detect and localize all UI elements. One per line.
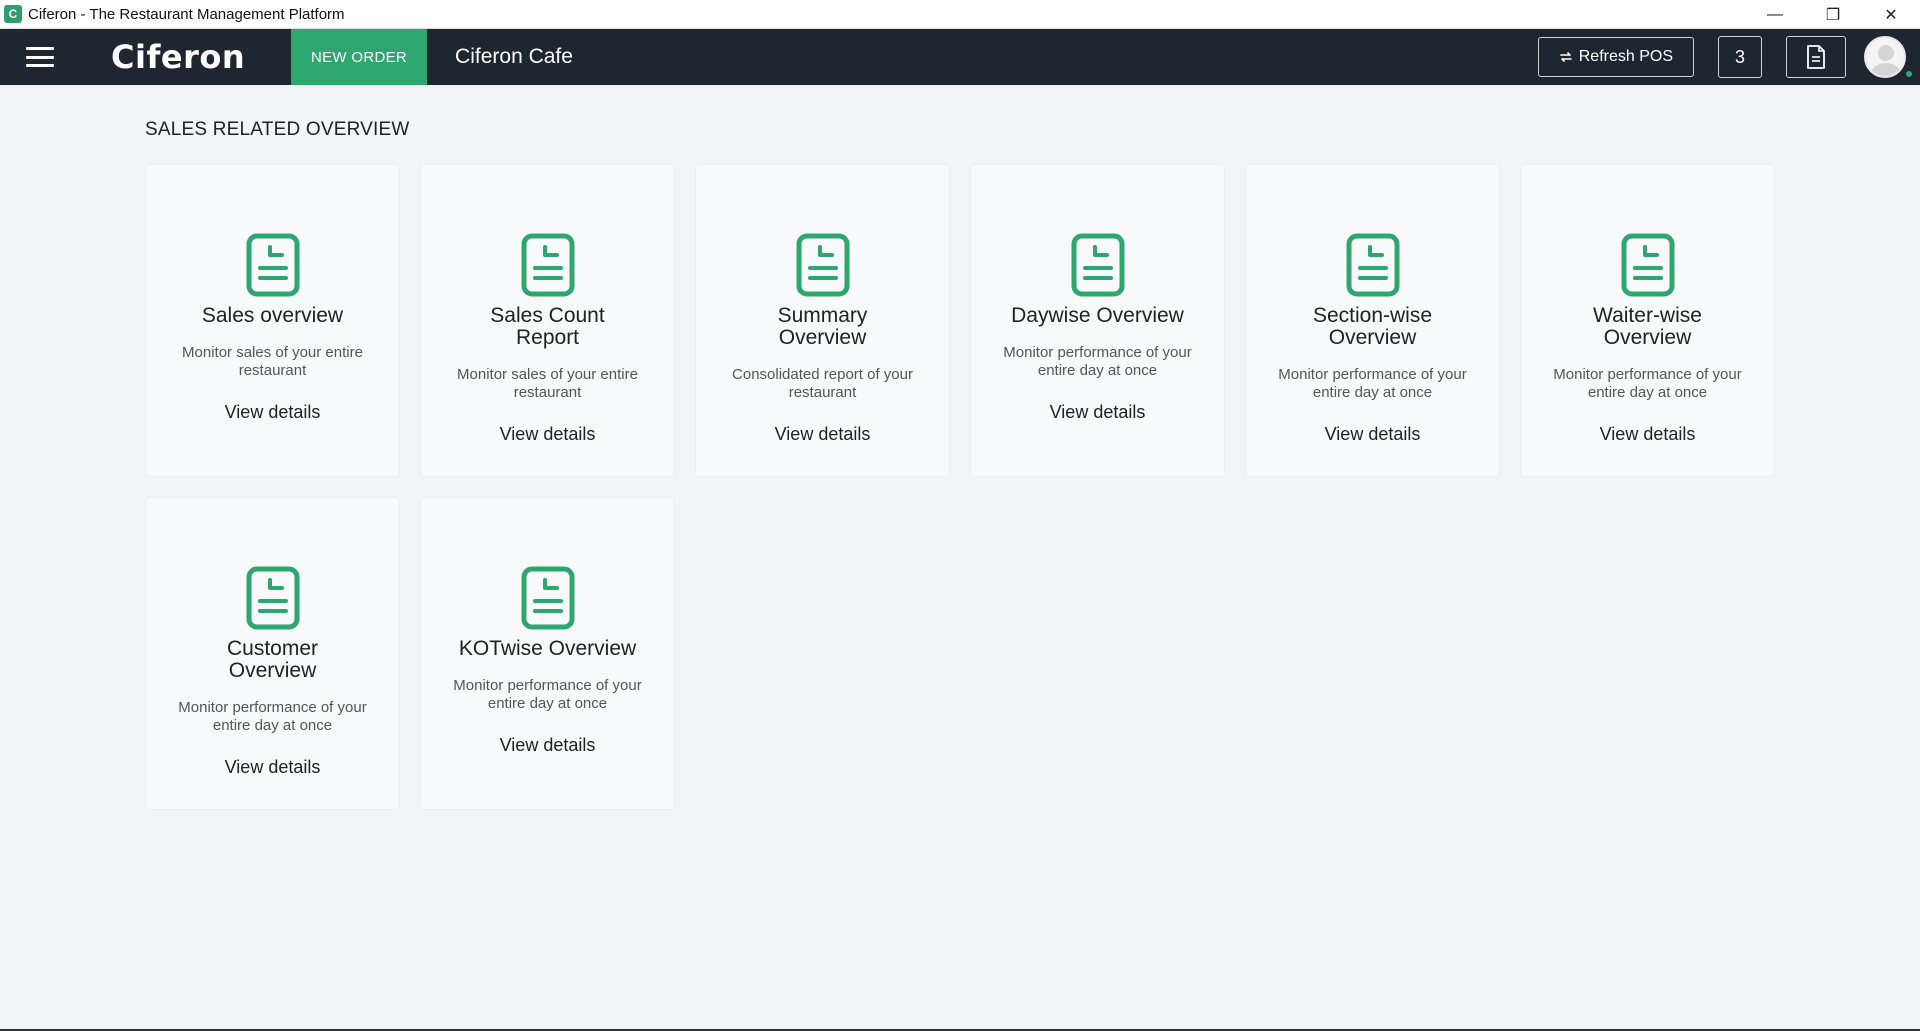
report-icon bbox=[1621, 233, 1674, 297]
report-card[interactable]: Sales Count Report Monitor sales of your… bbox=[420, 164, 675, 477]
top-navbar: Ciferon NEW ORDER Ciferon Cafe Refresh P… bbox=[0, 29, 1920, 85]
menu-icon[interactable] bbox=[26, 47, 54, 67]
card-description: Monitor performance of your entire day a… bbox=[1278, 366, 1467, 401]
view-details-link[interactable]: View details bbox=[775, 424, 871, 445]
card-description: Monitor sales of your entire restaurant bbox=[182, 344, 363, 379]
report-card[interactable]: Sales overview Monitor sales of your ent… bbox=[145, 164, 400, 477]
window-titlebar: C Ciferon - The Restaurant Management Pl… bbox=[0, 0, 1920, 29]
app-logo-icon: C bbox=[4, 5, 22, 23]
view-details-link[interactable]: View details bbox=[500, 735, 596, 756]
card-description: Consolidated report of your restaurant bbox=[732, 366, 913, 401]
document-icon bbox=[1807, 45, 1825, 69]
restore-icon[interactable]: ❐ bbox=[1804, 0, 1862, 29]
user-avatar[interactable] bbox=[1864, 36, 1906, 78]
document-button[interactable] bbox=[1786, 36, 1846, 78]
notification-count-button[interactable]: 3 bbox=[1718, 36, 1762, 78]
card-description: Monitor sales of your entire restaurant bbox=[457, 366, 638, 401]
main-content: SALES RELATED OVERVIEW Sales overview Mo… bbox=[0, 85, 1920, 810]
report-icon bbox=[521, 566, 574, 630]
brand-logo[interactable]: Ciferon bbox=[111, 38, 291, 76]
report-card[interactable]: Waiter-wise Overview Monitor performance… bbox=[1520, 164, 1775, 477]
card-description: Monitor performance of your entire day a… bbox=[1003, 344, 1192, 379]
window-title: Ciferon - The Restaurant Management Plat… bbox=[28, 5, 345, 23]
view-details-link[interactable]: View details bbox=[500, 424, 596, 445]
card-title: KOTwise Overview bbox=[458, 637, 637, 660]
report-icon bbox=[521, 233, 574, 297]
card-description: Monitor performance of your entire day a… bbox=[1553, 366, 1742, 401]
card-title: Customer Overview bbox=[226, 637, 319, 682]
report-card[interactable]: KOTwise Overview Monitor performance of … bbox=[420, 497, 675, 810]
card-title: Sales overview bbox=[201, 304, 344, 327]
report-icon bbox=[1346, 233, 1399, 297]
section-title: SALES RELATED OVERVIEW bbox=[145, 119, 410, 140]
report-card[interactable]: Customer Overview Monitor performance of… bbox=[145, 497, 400, 810]
card-title: Daywise Overview bbox=[1011, 304, 1184, 327]
close-icon[interactable]: ✕ bbox=[1862, 0, 1920, 29]
view-details-link[interactable]: View details bbox=[225, 757, 321, 778]
report-card[interactable]: Summary Overview Consolidated report of … bbox=[695, 164, 950, 477]
card-title: Section-wise Overview bbox=[1312, 304, 1433, 349]
view-details-link[interactable]: View details bbox=[1600, 424, 1696, 445]
card-title: Sales Count Report bbox=[490, 304, 605, 349]
refresh-icon bbox=[1559, 52, 1572, 62]
new-order-button[interactable]: NEW ORDER bbox=[291, 29, 428, 85]
card-description: Monitor performance of your entire day a… bbox=[178, 699, 367, 734]
report-card[interactable]: Daywise Overview Monitor performance of … bbox=[970, 164, 1225, 477]
refresh-pos-label: Refresh POS bbox=[1578, 48, 1673, 65]
refresh-pos-button[interactable]: Refresh POS bbox=[1537, 37, 1694, 77]
window-controls: — ❐ ✕ bbox=[1746, 0, 1920, 29]
report-icon bbox=[1071, 233, 1124, 297]
view-details-link[interactable]: View details bbox=[225, 402, 321, 423]
cafe-name: Ciferon Cafe bbox=[455, 45, 573, 68]
navbar-actions: Refresh POS 3 bbox=[1537, 29, 1920, 85]
view-details-link[interactable]: View details bbox=[1050, 402, 1146, 423]
report-card[interactable]: Section-wise Overview Monitor performanc… bbox=[1245, 164, 1500, 477]
view-details-link[interactable]: View details bbox=[1325, 424, 1421, 445]
report-icon bbox=[246, 233, 299, 297]
report-card-grid: Sales overview Monitor sales of your ent… bbox=[145, 164, 1920, 810]
report-icon bbox=[246, 566, 299, 630]
card-title: Summary Overview bbox=[777, 304, 868, 349]
online-status-dot bbox=[1904, 69, 1914, 79]
card-title: Waiter-wise Overview bbox=[1593, 304, 1702, 349]
card-description: Monitor performance of your entire day a… bbox=[453, 677, 642, 712]
minimize-icon[interactable]: — bbox=[1746, 0, 1804, 29]
report-icon bbox=[796, 233, 849, 297]
